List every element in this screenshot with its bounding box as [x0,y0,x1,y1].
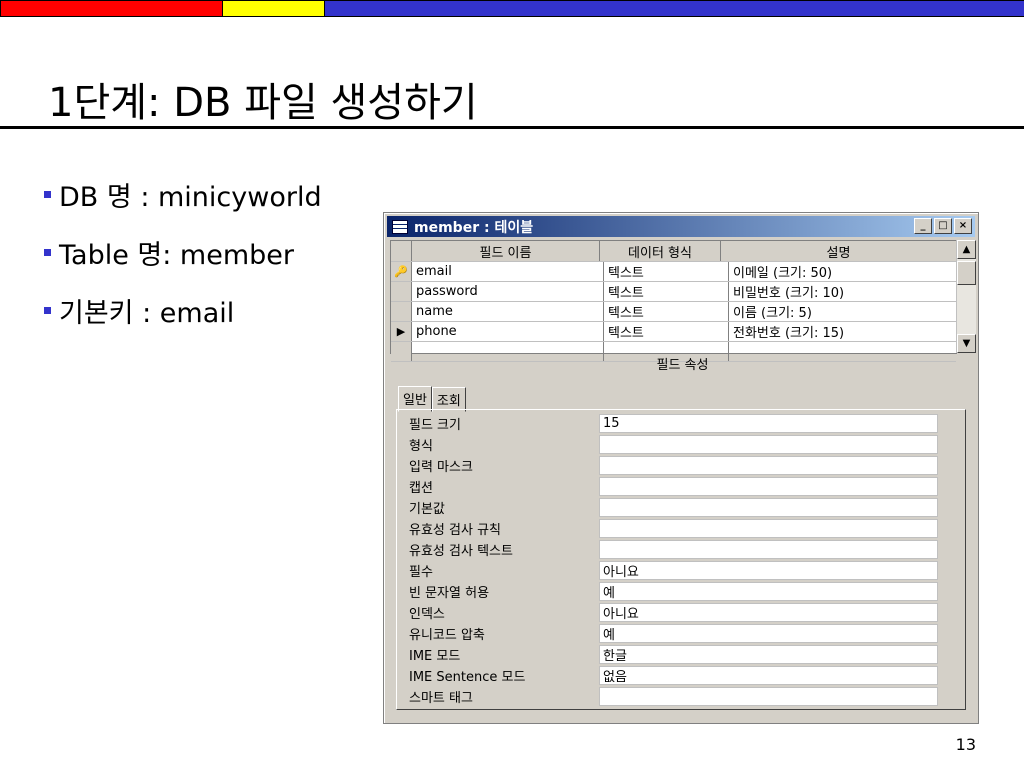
property-label: IME Sentence 모드 [409,670,526,685]
property-row: 유효성 검사 규칙 [397,518,965,539]
data-type-cell[interactable]: 텍스트 [604,302,729,321]
property-label: 유니코드 압축 [409,628,485,643]
scroll-down-icon[interactable]: ▼ [957,334,976,353]
table-row[interactable]: name 텍스트 이름 (크기: 5) [391,302,956,322]
bullet-square-icon [44,306,51,314]
top-bar-red [0,0,222,17]
column-header-field-name[interactable]: 필드 이름 [412,241,600,261]
property-row: 입력 마스크 [397,455,965,476]
bullet-list: DB 명 : minicyworld Table 명: member 기본키 :… [44,165,322,339]
property-label: IME 모드 [409,649,461,664]
scroll-thumb[interactable] [957,261,976,285]
property-label: 빈 문자열 허용 [409,586,490,601]
property-value-field[interactable]: 없음 [599,666,938,685]
page-number: 13 [955,735,976,754]
property-row: 필드 크기 15 [397,413,965,434]
property-row: 필수 아니요 [397,560,965,581]
property-label: 기본값 [409,502,445,517]
description-cell[interactable]: 비밀번호 (크기: 10) [729,282,956,301]
grid-header-row: 필드 이름 데이터 형식 설명 [391,241,956,262]
property-label: 인덱스 [409,607,445,622]
property-row: 형식 [397,434,965,455]
property-value-field[interactable] [599,498,938,517]
minimize-button[interactable]: _ [914,218,932,234]
property-value-field[interactable] [599,477,938,496]
property-label: 입력 마스크 [409,460,473,475]
description-cell[interactable]: 이름 (크기: 5) [729,302,956,321]
field-name-cell[interactable]: phone [412,322,604,341]
property-label: 형식 [409,439,433,454]
property-label: 필수 [409,565,433,580]
field-grid: 필드 이름 데이터 형식 설명 🔑 email 텍스트 이메일 (크기: 50)… [390,240,957,362]
primary-key-icon[interactable]: 🔑 [391,262,412,281]
property-value-field[interactable] [599,687,938,706]
field-properties-label: 필드 속성 [656,358,709,373]
property-value-field[interactable]: 한글 [599,645,938,664]
property-label: 유효성 검사 규칙 [409,523,501,538]
properties-panel: 필드 크기 15 형식 입력 마스크 캡션 기본값 유효성 검사 규칙 유효성 검… [396,409,966,710]
grid-scrollbar[interactable]: ▲ ▼ [956,240,976,353]
description-cell[interactable]: 이메일 (크기: 50) [729,262,956,281]
property-label: 필드 크기 [409,418,461,433]
row-selector[interactable] [391,302,412,321]
field-name-cell[interactable]: email [412,262,604,281]
property-row: IME 모드 한글 [397,644,965,665]
property-row: 빈 문자열 허용 예 [397,581,965,602]
property-value-field[interactable]: 아니요 [599,603,938,622]
top-bar-yellow [222,0,324,17]
top-bar-blue [324,0,1024,17]
table-row[interactable]: ▶ phone 텍스트 전화번호 (크기: 15) [391,322,956,342]
field-name-cell[interactable]: name [412,302,604,321]
property-label: 캡션 [409,481,433,496]
property-row: 기본값 [397,497,965,518]
bullet-item: 기본키 : email [44,281,322,339]
property-row: 스마트 태그 [397,686,965,707]
property-value-field[interactable]: 예 [599,624,938,643]
current-row-arrow-icon[interactable]: ▶ [391,322,412,341]
property-value-field[interactable] [599,540,938,559]
slide-title: 1단계: DB 파일 생성하기 [48,80,478,126]
table-row[interactable]: password 텍스트 비밀번호 (크기: 10) [391,282,956,302]
maximize-button[interactable]: □ [934,218,952,234]
bullet-square-icon [44,190,51,198]
top-color-bar [0,0,1024,17]
property-value-field[interactable] [599,519,938,538]
bullet-item: Table 명: member [44,223,322,281]
table-icon [392,219,408,234]
window-title: member : 테이블 [414,219,534,236]
property-value-field[interactable]: 예 [599,582,938,601]
property-label: 스마트 태그 [409,691,473,706]
property-value-field[interactable] [599,435,938,454]
window-titlebar[interactable]: member : 테이블 _ □ × [387,216,975,237]
property-value-field[interactable] [599,456,938,475]
property-row: 캡션 [397,476,965,497]
column-header-description[interactable]: 설명 [721,241,956,261]
property-value-field[interactable]: 아니요 [599,561,938,580]
property-row: 유니코드 압축 예 [397,623,965,644]
property-label: 유효성 검사 텍스트 [409,544,513,559]
row-selector[interactable] [391,282,412,301]
scroll-up-icon[interactable]: ▲ [957,240,976,259]
column-header-data-type[interactable]: 데이터 형식 [600,241,721,261]
property-value-field[interactable]: 15 [599,414,938,433]
field-name-cell[interactable]: password [412,282,604,301]
close-button[interactable]: × [954,218,972,234]
data-type-cell[interactable]: 텍스트 [604,282,729,301]
property-row: 유효성 검사 텍스트 [397,539,965,560]
data-type-cell[interactable]: 텍스트 [604,262,729,281]
bullet-item: DB 명 : minicyworld [44,165,322,223]
row-selector-header [391,241,412,261]
data-type-cell[interactable]: 텍스트 [604,322,729,341]
bullet-square-icon [44,248,51,256]
description-cell[interactable]: 전화번호 (크기: 15) [729,322,956,341]
table-design-window: member : 테이블 _ □ × 필드 이름 데이터 형식 설명 🔑 ema… [383,212,979,724]
property-row: IME Sentence 모드 없음 [397,665,965,686]
title-underline [0,126,1024,129]
property-row: 인덱스 아니요 [397,602,965,623]
table-row[interactable]: 🔑 email 텍스트 이메일 (크기: 50) [391,262,956,282]
